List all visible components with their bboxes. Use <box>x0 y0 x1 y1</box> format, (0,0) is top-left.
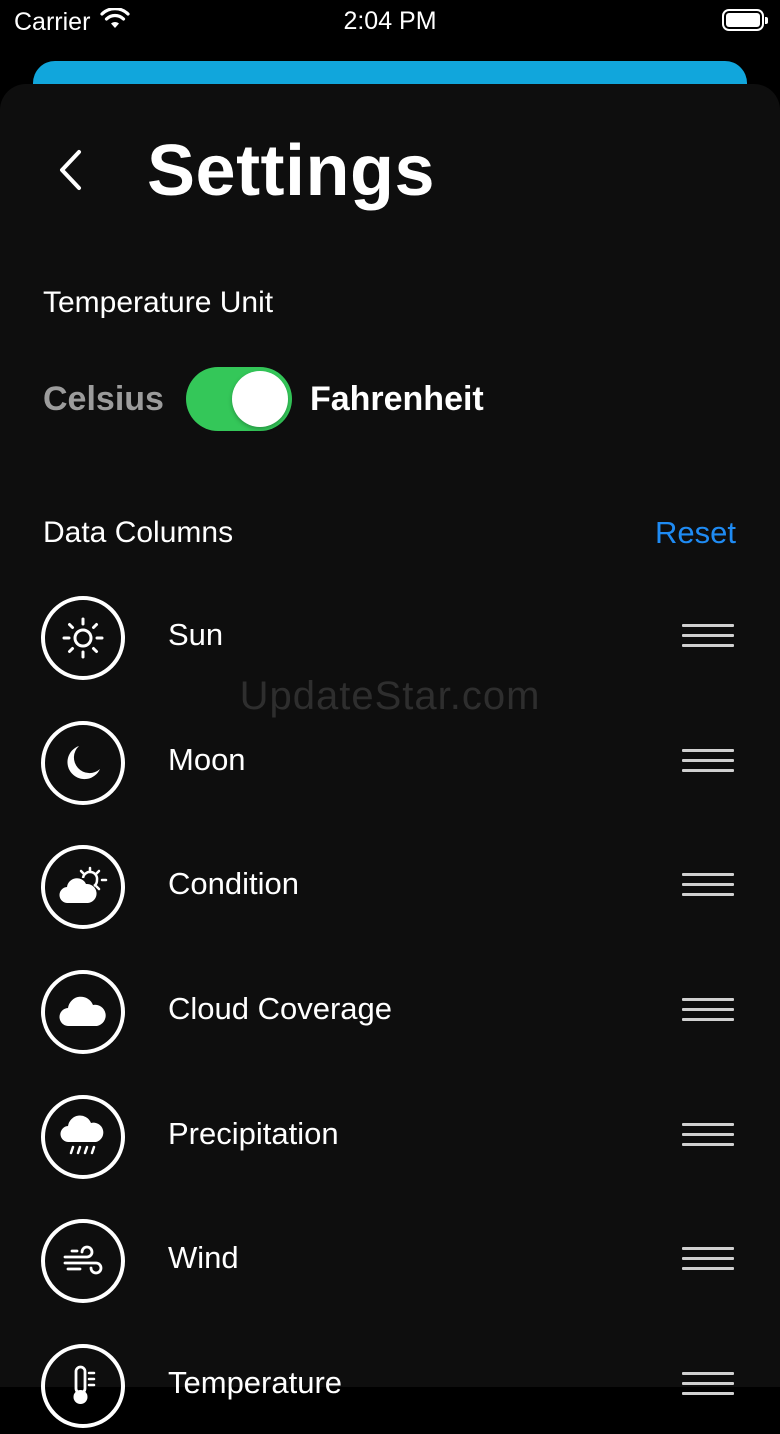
reset-button[interactable]: Reset <box>655 515 736 551</box>
celsius-label: Celsius <box>43 379 164 418</box>
status-time: 2:04 PM <box>343 7 437 35</box>
list-item-wind[interactable]: Wind <box>0 1219 780 1309</box>
back-button[interactable] <box>48 146 92 194</box>
list-item-label: Temperature <box>168 1365 343 1400</box>
drag-handle-icon[interactable] <box>682 624 734 650</box>
toggle-knob <box>231 371 288 427</box>
watermark: UpdateStar.com <box>239 674 541 718</box>
data-columns-heading: Data Columns <box>43 516 234 549</box>
list-item-precipitation[interactable]: Precipitation <box>0 1095 780 1185</box>
temperature-unit-row: Celsius Fahrenheit <box>43 366 484 432</box>
battery-icon <box>722 9 768 31</box>
list-item-label: Precipitation <box>168 1116 339 1151</box>
page-title: Settings <box>147 131 436 211</box>
drag-handle-icon[interactable] <box>682 1372 734 1398</box>
list-item-condition[interactable]: Condition <box>0 845 780 935</box>
list-item-temperature[interactable]: Temperature <box>0 1344 780 1434</box>
drag-handle-icon[interactable] <box>682 1123 734 1149</box>
thermometer-icon <box>41 1344 125 1428</box>
temperature-unit-heading: Temperature Unit <box>43 286 274 319</box>
wind-icon <box>41 1219 125 1303</box>
list-item-label: Cloud Coverage <box>168 991 393 1026</box>
fahrenheit-label: Fahrenheit <box>309 379 484 418</box>
partly-cloudy-icon <box>41 845 125 929</box>
chevron-left-icon <box>60 150 81 190</box>
status-bar: Carrier 2:04 PM <box>0 0 780 44</box>
list-item-label: Condition <box>168 866 299 901</box>
list-item-label: Moon <box>168 742 246 777</box>
rain-cloud-icon <box>41 1095 125 1179</box>
drag-handle-icon[interactable] <box>682 749 734 775</box>
temperature-unit-toggle[interactable] <box>185 367 292 431</box>
list-item-moon[interactable]: Moon <box>0 721 780 811</box>
sun-icon <box>41 596 125 680</box>
moon-icon <box>41 721 125 805</box>
list-item-label: Sun <box>168 617 224 652</box>
list-item-sun[interactable]: Sun <box>0 596 780 686</box>
drag-handle-icon[interactable] <box>682 1247 734 1273</box>
drag-handle-icon[interactable] <box>682 998 734 1024</box>
drag-handle-icon[interactable] <box>682 873 734 899</box>
cloud-icon <box>41 970 125 1054</box>
list-item-cloud-coverage[interactable]: Cloud Coverage <box>0 970 780 1060</box>
list-item-label: Wind <box>168 1240 239 1275</box>
